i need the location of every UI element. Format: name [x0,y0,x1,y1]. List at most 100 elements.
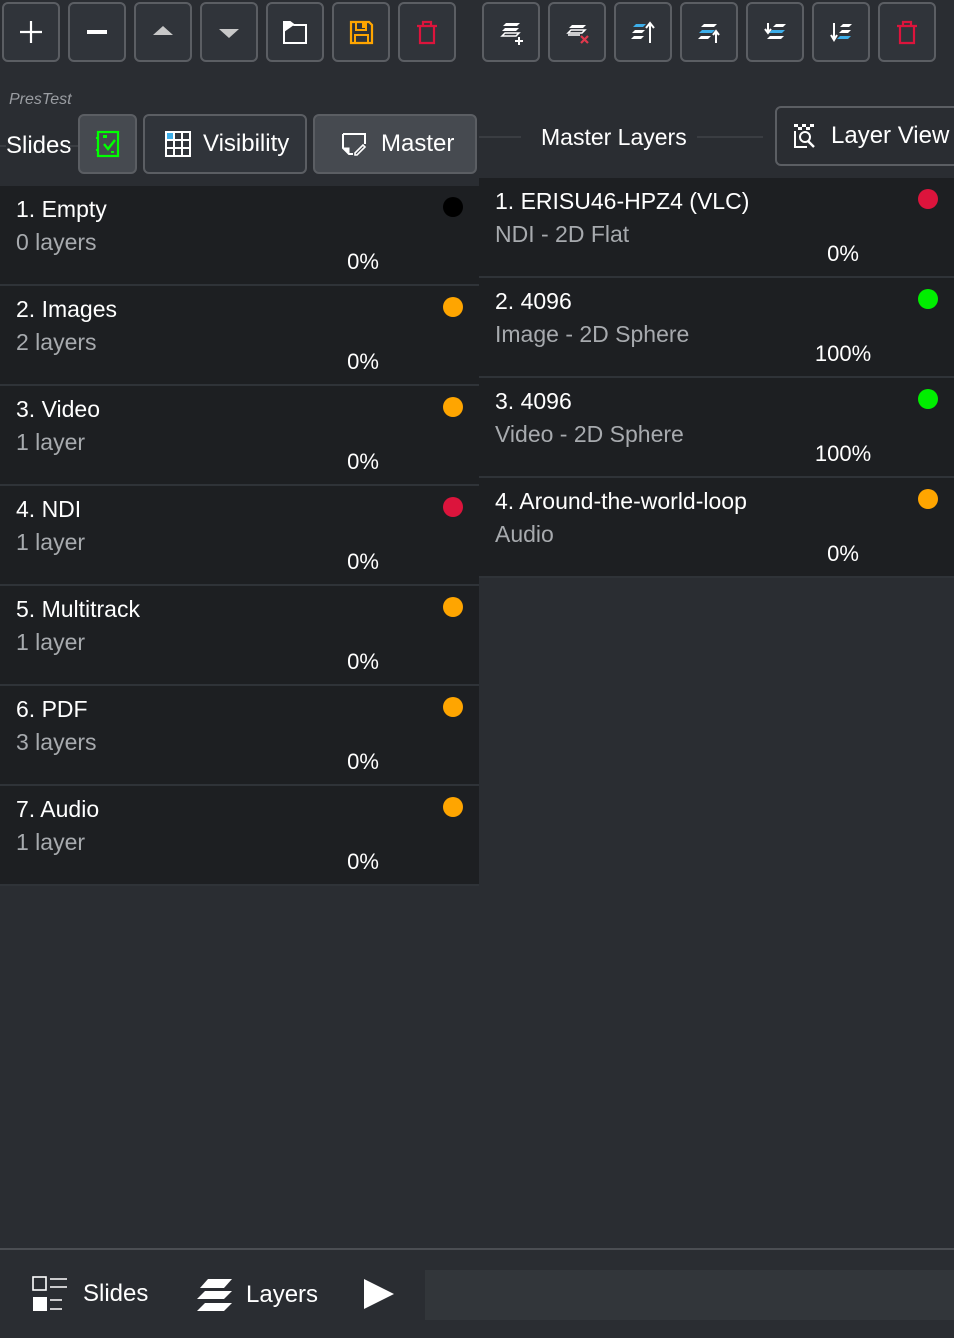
slide-item-percent: 0% [347,449,379,474]
slide-item-title: 2. Images [16,296,117,322]
remove-slide-button[interactable] [68,2,126,62]
layer-item-title: 2. 4096 [495,288,572,314]
select-slides-button[interactable] [78,114,137,174]
layer-item-subtitle: Audio [495,521,554,547]
minus-icon [87,30,107,34]
layer-item[interactable]: 3. 4096 Video - 2D Sphere 100% [479,378,954,478]
triangle-down-icon [219,29,239,38]
slide-item[interactable]: 4. NDI 1 layer 0% [0,486,479,586]
status-indicator-red [918,189,938,209]
layers-top-icon [631,21,655,43]
save-presentation-button[interactable] [332,2,390,62]
slide-item-title: 6. PDF [16,696,88,722]
slide-item-title: 5. Multitrack [16,596,140,622]
slide-item-percent: 0% [347,849,379,874]
delete-slide-button[interactable] [398,2,456,62]
status-indicator-orange [443,597,463,617]
slides-list: 1. Empty 0 layers 0% 2. Images 2 layers 0% 3. … [0,186,479,886]
layers-nav-button[interactable]: Layers [196,1278,318,1312]
layer-view-label: Layer View [831,122,950,149]
move-layer-top-button[interactable] [614,2,672,62]
layers-bottom-icon [830,23,852,42]
slide-item[interactable]: 5. Multitrack 1 layer 0% [0,586,479,686]
master-button[interactable]: Master [313,114,477,174]
visibility-button[interactable]: Visibility [143,114,307,174]
slide-item-title: 7. Audio [16,796,100,822]
status-indicator-green [918,389,938,409]
slides-nav-button[interactable]: Slides [32,1276,148,1312]
status-indicator-red [443,497,463,517]
add-slide-button[interactable] [2,2,60,62]
slides-panel-title: Slides [6,132,72,159]
plus-icon [20,21,42,43]
slide-item-percent: 0% [347,649,379,674]
layer-item-subtitle: Image - 2D Sphere [495,321,690,347]
play-button[interactable] [363,1278,395,1310]
master-label: Master [381,130,455,157]
slide-item-title: 4. NDI [16,496,82,522]
play-icon [364,1279,394,1309]
slide-item-subtitle: 2 layers [16,329,97,355]
move-layer-bottom-button[interactable] [812,2,870,62]
layers-up-icon [698,24,720,43]
visibility-label: Visibility [203,130,290,157]
slides-list-icon [32,1276,67,1311]
slide-item[interactable]: 6. PDF 3 layers 0% [0,686,479,786]
presentation-name: PresTest [9,91,72,108]
header-divider [479,136,521,138]
status-indicator-green [918,289,938,309]
slide-item-subtitle: 3 layers [16,729,97,755]
move-slide-up-button[interactable] [134,2,192,62]
move-layer-down-button[interactable] [746,2,804,62]
layers-panel-title: Master Layers [541,124,687,150]
status-field[interactable] [425,1270,954,1320]
status-indicator-orange [443,697,463,717]
layers-down-icon [764,23,786,39]
layer-item-title: 3. 4096 [495,388,572,414]
status-indicator-orange [443,297,463,317]
slide-item[interactable]: 1. Empty 0 layers 0% [0,186,479,286]
header-divider [68,145,78,147]
layers-nav-label: Layers [246,1281,319,1308]
layers-stack-icon [197,1279,232,1311]
open-presentation-button[interactable] [266,2,324,62]
slide-item[interactable]: 3. Video 1 layer 0% [0,386,479,486]
trash-icon [417,20,437,45]
slide-item-title: 3. Video [16,396,100,422]
slide-item[interactable]: 7. Audio 1 layer 0% [0,786,479,886]
layer-view-icon [794,124,815,148]
layer-item[interactable]: 4. Around-the-world-loop Audio 0% [479,478,954,578]
slide-item-percent: 0% [347,549,379,574]
slide-item-subtitle: 1 layer [16,629,86,655]
layers-add-icon [500,23,523,45]
layer-item-percent: 100% [814,441,872,466]
layer-item-subtitle: Video - 2D Sphere [495,421,684,447]
grid-icon [165,131,191,157]
delete-layer-button[interactable] [878,2,936,62]
layer-item-percent: 0% [827,241,859,266]
layers-list: 1. ERISU46-HPZ4 (VLC) NDI - 2D Flat 0% 2. 4… [479,178,954,578]
status-indicator-orange [443,397,463,417]
layers-remove-icon [566,25,589,44]
layer-item-subtitle: NDI - 2D Flat [495,221,630,247]
slide-item-subtitle: 0 layers [16,229,97,255]
slide-item-percent: 0% [347,749,379,774]
note-edit-icon [342,133,367,156]
layer-item[interactable]: 1. ERISU46-HPZ4 (VLC) NDI - 2D Flat 0% [479,178,954,278]
move-layer-up-button[interactable] [680,2,738,62]
slide-item-subtitle: 1 layer [16,429,86,455]
status-indicator-black [443,197,463,217]
layer-item-title: 1. ERISU46-HPZ4 (VLC) [495,188,750,214]
remove-layer-button[interactable] [548,2,606,62]
triangle-up-icon [153,26,173,35]
move-slide-down-button[interactable] [200,2,258,62]
add-layer-button[interactable] [482,2,540,62]
slide-item-percent: 0% [347,249,379,274]
slide-item[interactable]: 2. Images 2 layers 0% [0,286,479,386]
layer-item-title: 4. Around-the-world-loop [495,488,747,514]
header-divider [697,136,763,138]
slide-item-title: 1. Empty [16,196,107,222]
slide-item-subtitle: 1 layer [16,829,86,855]
layer-item[interactable]: 2. 4096 Image - 2D Sphere 100% [479,278,954,378]
layer-view-button[interactable]: Layer View [775,106,954,166]
